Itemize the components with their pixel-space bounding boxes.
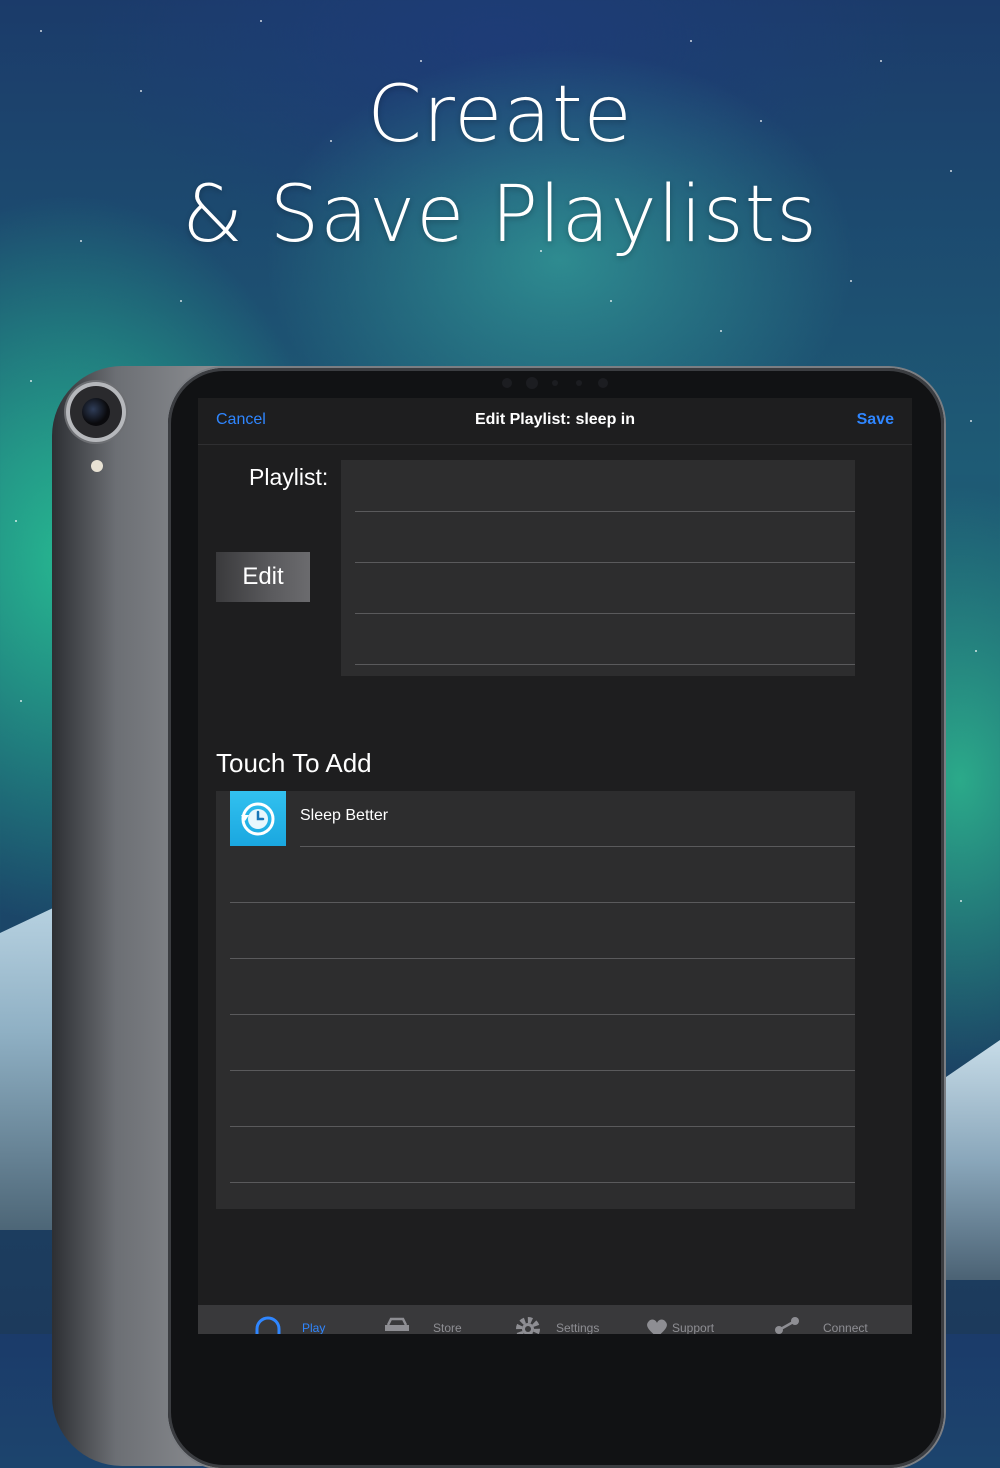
- tab-label: Store: [433, 1321, 462, 1334]
- navigation-bar: Cancel Edit Playlist: sleep in Save: [198, 398, 912, 445]
- tab-label: Play: [302, 1321, 326, 1334]
- heart-icon: [643, 1315, 671, 1334]
- edit-button[interactable]: Edit: [216, 552, 310, 602]
- tab-label: Support: [672, 1321, 715, 1334]
- save-button[interactable]: Save: [857, 411, 894, 429]
- tab-bar: Play Store Settings Support Connect: [198, 1305, 912, 1334]
- tab-label: Settings: [556, 1321, 600, 1334]
- playlist-slot[interactable]: [355, 613, 855, 665]
- list-item[interactable]: [300, 791, 855, 847]
- gear-icon: [514, 1315, 542, 1334]
- playlist-slot[interactable]: [355, 460, 855, 512]
- sensor-dot: [502, 378, 512, 388]
- touch-to-add-heading: Touch To Add: [216, 748, 372, 778]
- page-title: Edit Playlist: sleep in: [474, 411, 636, 428]
- headline-line-2: & Save Playlists: [182, 170, 818, 260]
- tab-store[interactable]: Store: [382, 1305, 472, 1334]
- playlist-slot[interactable]: [355, 511, 855, 563]
- flash-icon: [91, 460, 103, 472]
- tab-support[interactable]: Support: [643, 1305, 743, 1334]
- clock-rewind-icon: [230, 791, 286, 846]
- tab-settings[interactable]: Settings: [514, 1305, 614, 1334]
- list-item[interactable]: [230, 903, 855, 959]
- list-item[interactable]: [230, 847, 855, 903]
- tab-play[interactable]: Play: [254, 1305, 344, 1334]
- sensor-dot: [552, 380, 558, 386]
- headline-line-1: Create: [367, 70, 633, 160]
- playlist-list: [341, 460, 855, 676]
- tab-connect[interactable]: Connect: [773, 1305, 883, 1334]
- sensor-dot: [598, 378, 608, 388]
- camera-lens-icon: [82, 398, 110, 426]
- sensor-dot: [576, 380, 582, 386]
- list-item[interactable]: [230, 1071, 855, 1127]
- share-icon: [773, 1315, 803, 1334]
- store-icon: [382, 1315, 412, 1334]
- playlist-slot[interactable]: [355, 562, 855, 614]
- touch-to-add-list: Sleep Better: [216, 791, 855, 1209]
- list-item[interactable]: [230, 959, 855, 1015]
- front-camera-icon: [526, 377, 538, 389]
- app-screen: Cancel Edit Playlist: sleep in Save Play…: [198, 398, 912, 1334]
- headphones-icon: [254, 1315, 282, 1334]
- tab-label: Connect: [823, 1321, 868, 1334]
- list-item[interactable]: [230, 1127, 855, 1183]
- list-item[interactable]: [230, 1015, 855, 1071]
- playlist-label: Playlist:: [249, 464, 329, 490]
